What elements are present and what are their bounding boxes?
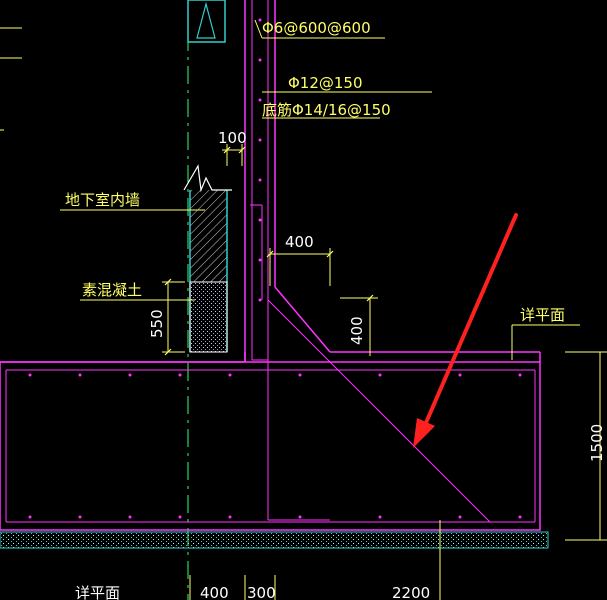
- dim-400-horizontal: 400: [285, 233, 314, 251]
- dim-100: 100: [218, 129, 247, 147]
- inner-wall-label: 地下室内墙: [65, 191, 140, 209]
- dim-550: 550: [148, 309, 166, 338]
- rebar-top-label: Φ6@600@600: [262, 19, 371, 37]
- detail-plan-right-label: 详平面: [520, 306, 565, 324]
- dim-bottom-400: 400: [200, 584, 229, 600]
- dim-bottom-2200: 2200: [392, 584, 430, 600]
- cushion-layer: [0, 531, 549, 549]
- plain-concrete-label: 素混凝土: [82, 281, 142, 299]
- dim-1500: 1500: [588, 424, 606, 462]
- dim-bottom-300: 300: [247, 584, 276, 600]
- rebar-main-label: 底筋Φ14/16@150: [262, 101, 391, 119]
- plain-concrete-fill: [189, 281, 228, 353]
- rebar-mid-label: Φ12@150: [288, 74, 363, 92]
- cad-drawing: Φ6@600@600 Φ12@150 底筋Φ14/16@150 地下室内墙 素混…: [0, 0, 607, 600]
- dim-400-vertical: 400: [348, 316, 366, 345]
- detail-plan-bottom-label: 详平面: [75, 584, 120, 600]
